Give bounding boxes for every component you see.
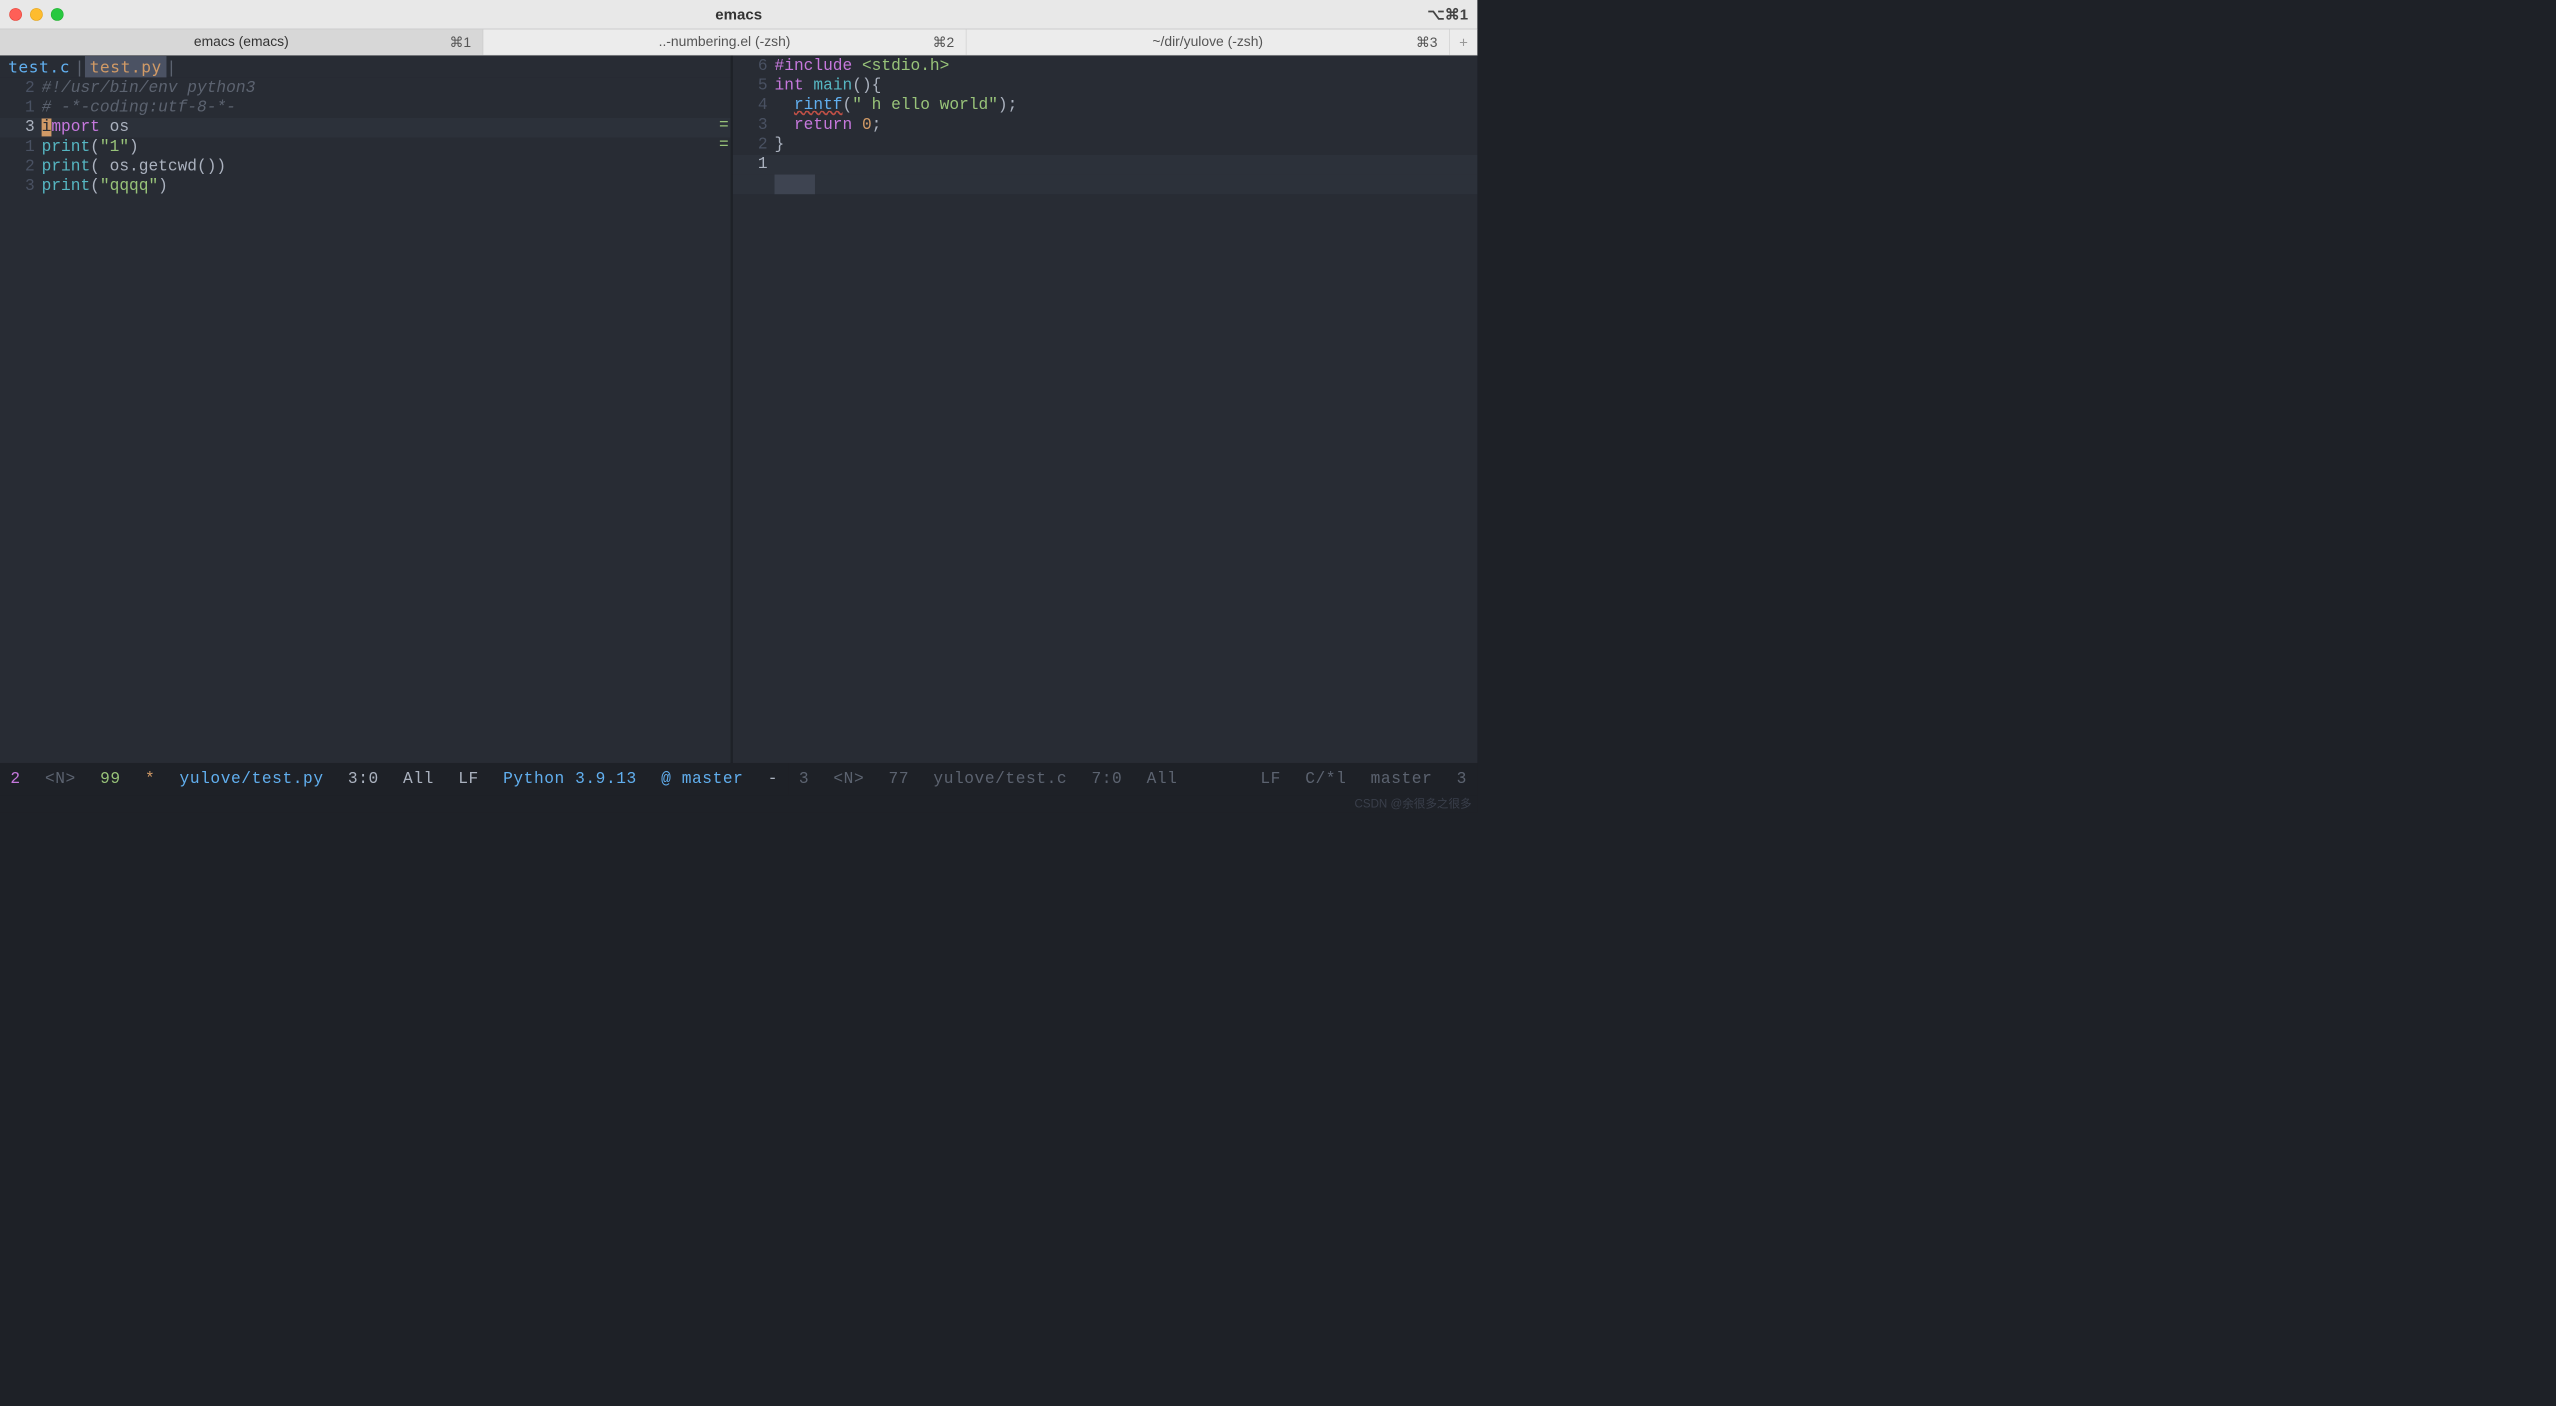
- text-cursor: i: [42, 118, 52, 136]
- code-content: # -*-coding:utf-8-*-: [42, 98, 236, 118]
- window-title: emacs: [0, 5, 1477, 23]
- ml-flycheck: 3: [1457, 770, 1467, 788]
- code-content: #!/usr/bin/env python3: [42, 79, 256, 99]
- ml-column: 77: [889, 770, 910, 788]
- line-number: 2: [0, 79, 42, 99]
- emacs-workspace: test.c | test.py | 2#!/usr/bin/env pytho…: [0, 55, 1477, 762]
- line-number: 5: [733, 76, 775, 96]
- window-tab-label: ..-numbering.el (-zsh): [659, 34, 791, 50]
- ml-scroll: All: [403, 770, 434, 788]
- code-line[interactable]: 6#include <stdio.h>: [733, 57, 1477, 77]
- mode-lines: 2 <N> 99 * yulove/test.py 3:0 All LF Pyt…: [0, 763, 1477, 795]
- window-tab-2[interactable]: ..-numbering.el (-zsh) ⌘2: [483, 29, 966, 54]
- ml-window-number: 3: [799, 770, 809, 788]
- buffer-tab-test-py[interactable]: test.py: [85, 56, 167, 77]
- code-line[interactable]: 3 return 0;: [733, 116, 1477, 136]
- ml-buffer-name: yulove/test.py: [180, 770, 324, 788]
- line-number: 3: [0, 118, 42, 138]
- code-content: #include <stdio.h>: [775, 57, 950, 77]
- line-number: 1: [0, 138, 42, 158]
- ml-window-number: 2: [10, 770, 20, 788]
- terminal-window-tabs: emacs (emacs) ⌘1 ..-numbering.el (-zsh) …: [0, 29, 1477, 56]
- code-line[interactable]: 3import os: [0, 118, 731, 138]
- window-tab-shortcut: ⌘2: [933, 34, 955, 51]
- code-line[interactable]: 2print( os.getcwd()): [0, 157, 731, 177]
- code-line[interactable]: 1# -*-coding:utf-8-*-: [0, 98, 731, 118]
- ml-major-mode: C/*l: [1305, 770, 1346, 788]
- ml-column: 99: [100, 770, 121, 788]
- line-number: [733, 175, 775, 195]
- code-line[interactable]: 2#!/usr/bin/env python3: [0, 79, 731, 99]
- ml-position: 3:0: [348, 770, 379, 788]
- line-number: 6: [733, 57, 775, 77]
- code-content: }: [775, 135, 785, 155]
- line-number: 4: [733, 96, 775, 116]
- diff-indicator: =: [719, 136, 729, 154]
- window-tab-3[interactable]: ~/dir/yulove (-zsh) ⌘3: [966, 29, 1449, 54]
- buffer-tab-test-c[interactable]: test.c: [3, 56, 74, 77]
- ml-evil-state: <N>: [45, 770, 76, 788]
- code-line[interactable]: [733, 175, 1477, 195]
- watermark: CSDN @余很多之很多: [0, 795, 1477, 812]
- window-tab-shortcut: ⌘1: [449, 34, 471, 51]
- right-code-area[interactable]: 6#include <stdio.h>5int main(){4 rintf("…: [733, 55, 1477, 762]
- code-line[interactable]: 1: [733, 155, 1477, 175]
- macos-title-bar: emacs ⌥⌘1: [0, 0, 1477, 29]
- ml-modified: *: [145, 770, 155, 788]
- code-line[interactable]: 5int main(){: [733, 76, 1477, 96]
- code-line[interactable]: 1print("1"): [0, 138, 731, 158]
- ml-version-control: @ master: [661, 770, 743, 788]
- code-content: import os: [42, 118, 129, 138]
- ml-flycheck: -: [768, 770, 778, 788]
- mode-line-right[interactable]: 3 <N> 77 yulove/test.c 7:0 All LF C/*l m…: [788, 763, 1477, 795]
- code-content: int main(){: [775, 76, 882, 96]
- line-number: 2: [0, 157, 42, 177]
- code-content: rintf(" h ello world");: [775, 96, 1018, 116]
- right-pane[interactable]: 6#include <stdio.h>5int main(){4 rintf("…: [733, 55, 1477, 762]
- add-tab-button[interactable]: +: [1450, 29, 1478, 54]
- mode-line-left[interactable]: 2 <N> 99 * yulove/test.py 3:0 All LF Pyt…: [0, 763, 788, 795]
- line-number: 3: [733, 116, 775, 136]
- window-tab-1[interactable]: emacs (emacs) ⌘1: [0, 29, 483, 54]
- buffer-tab-bar: test.c | test.py |: [0, 55, 731, 77]
- region-highlight: [775, 175, 815, 195]
- ml-major-mode: Python 3.9.13: [503, 770, 637, 788]
- code-line[interactable]: 4 rintf(" h ello world");: [733, 96, 1477, 116]
- left-pane[interactable]: test.c | test.py | 2#!/usr/bin/env pytho…: [0, 55, 731, 762]
- window-tab-label: ~/dir/yulove (-zsh): [1152, 34, 1263, 50]
- ml-eol: LF: [458, 770, 479, 788]
- code-line[interactable]: 2}: [733, 135, 1477, 155]
- code-content: print("1"): [42, 138, 139, 158]
- ml-position: 7:0: [1091, 770, 1122, 788]
- line-number: 1: [733, 155, 775, 175]
- left-code-area[interactable]: 2#!/usr/bin/env python31# -*-coding:utf-…: [0, 77, 731, 763]
- diff-indicator: =: [719, 117, 729, 135]
- line-number: 3: [0, 177, 42, 197]
- ml-scroll: All: [1147, 770, 1178, 788]
- code-content: print( os.getcwd()): [42, 157, 227, 177]
- ml-eol: LF: [1260, 770, 1281, 788]
- buffer-tab-sep: |: [166, 57, 176, 76]
- window-tab-label: emacs (emacs): [194, 34, 289, 50]
- ml-evil-state: <N>: [833, 770, 864, 788]
- code-content: return 0;: [775, 116, 882, 136]
- code-content: print("qqqq"): [42, 177, 168, 197]
- ml-buffer-name: yulove/test.c: [933, 770, 1067, 788]
- code-line[interactable]: 3print("qqqq"): [0, 177, 731, 197]
- ml-version-control: master: [1371, 770, 1433, 788]
- line-number: 2: [733, 135, 775, 155]
- window-tab-shortcut: ⌘3: [1416, 34, 1438, 51]
- line-number: 1: [0, 98, 42, 118]
- buffer-tab-sep: |: [75, 57, 85, 76]
